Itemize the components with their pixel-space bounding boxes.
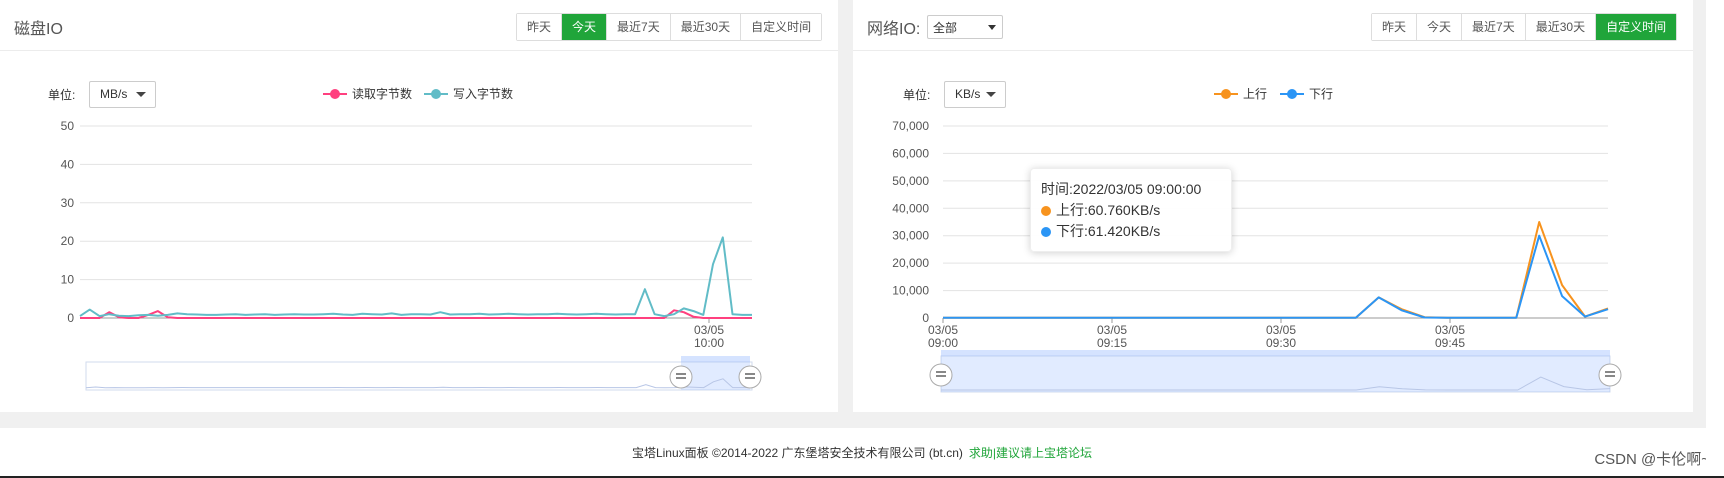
chart1-zoom-handle-grip bbox=[1605, 371, 1615, 373]
chart1-zoom-handle-grip bbox=[936, 371, 946, 373]
chart1-xtick-label: 09:30 bbox=[1266, 336, 1296, 350]
legend-read-marker bbox=[330, 89, 340, 99]
chart1-zoom-bar bbox=[941, 350, 1610, 356]
chart0-zoom-handle-grip bbox=[676, 377, 686, 379]
tooltip-down-row: 下行:61.420KB/s bbox=[1041, 221, 1221, 242]
chart0-zoom-handle-grip bbox=[745, 377, 755, 379]
footer: 宝塔Linux面板 ©2014-2022 广东堡塔安全技术有限公司 (bt.cn… bbox=[0, 428, 1724, 478]
chart0-ytick-label: 30 bbox=[61, 196, 75, 210]
footer-forum-link[interactable]: 求助|建议请上宝塔论坛 bbox=[969, 446, 1092, 460]
legend-up-marker bbox=[1221, 89, 1231, 99]
chart0-zoom-preview bbox=[85, 378, 752, 389]
chart1-xtick-label: 09:15 bbox=[1097, 336, 1127, 350]
chart1-zoom-handle-grip bbox=[1605, 375, 1615, 377]
legend-write-marker bbox=[431, 89, 441, 99]
chart0-ytick-label: 0 bbox=[67, 311, 74, 325]
tooltip-up: 上行:60.760KB/s bbox=[1056, 202, 1161, 218]
chart1-xtick-label: 03/05 bbox=[1266, 323, 1296, 337]
chart0-zoom-handle-grip bbox=[745, 373, 755, 375]
disk-legend: 读取字节数 写入字节数 bbox=[323, 86, 513, 101]
chart0-xtick-label: 03/05 bbox=[694, 323, 724, 337]
tooltip-down: 下行:61.420KB/s bbox=[1056, 223, 1161, 239]
chart1-ytick-label: 70,000 bbox=[892, 119, 929, 133]
chart1-xtick-label: 03/05 bbox=[928, 323, 958, 337]
tooltip-up-dot bbox=[1041, 206, 1051, 216]
chart1-ytick-label: 60,000 bbox=[892, 146, 929, 160]
footer-copyright: 宝塔Linux面板 ©2014-2022 广东堡塔安全技术有限公司 (bt.cn… bbox=[631, 446, 963, 460]
legend-down-marker bbox=[1287, 89, 1297, 99]
chart1-ytick-label: 30,000 bbox=[892, 229, 929, 243]
legend-down-label: 下行 bbox=[1309, 87, 1333, 101]
chart0-ytick-label: 20 bbox=[61, 234, 75, 248]
chart1-xtick-label: 09:00 bbox=[928, 336, 958, 350]
footer-text-row: 宝塔Linux面板 ©2014-2022 广东堡塔安全技术有限公司 (bt.cn… bbox=[0, 444, 1724, 461]
chart0-ytick-label: 50 bbox=[61, 119, 75, 133]
chart1-ytick-label: 40,000 bbox=[892, 201, 929, 215]
legend-write-label: 写入字节数 bbox=[453, 86, 513, 101]
page-scrollbar[interactable] bbox=[1706, 0, 1724, 478]
chart0-ytick-label: 10 bbox=[61, 273, 75, 287]
csdn-watermark: CSDN @卡伦啊~ bbox=[1594, 451, 1710, 468]
legend-up-label: 上行 bbox=[1243, 87, 1267, 101]
chart0-zoom-bar bbox=[681, 356, 750, 362]
chart1-xtick-label: 03/05 bbox=[1435, 323, 1465, 337]
chart0-ytick-label: 40 bbox=[61, 157, 75, 171]
chart1-ytick-label: 50,000 bbox=[892, 174, 929, 188]
legend-read-label: 读取字节数 bbox=[352, 86, 412, 101]
chart1-ytick-label: 10,000 bbox=[892, 284, 929, 298]
chart0-zoom-track bbox=[85, 361, 753, 391]
net-tooltip: 时间:2022/03/05 09:00:00 上行:60.760KB/s 下行:… bbox=[1030, 168, 1232, 252]
chart0-xtick-label: 10:00 bbox=[694, 336, 724, 350]
chart0-zoom-handle-grip bbox=[676, 373, 686, 375]
chart-plot-layer: 0102030405003/0510:00010,00020,00030,000… bbox=[61, 119, 1622, 393]
net-legend: 上行 下行 bbox=[1214, 87, 1333, 101]
chart1-xtick-label: 03/05 bbox=[1097, 323, 1127, 337]
chart1-zoom-handle-grip bbox=[936, 375, 946, 377]
chart1-ytick-label: 20,000 bbox=[892, 256, 929, 270]
tooltip-down-dot bbox=[1041, 227, 1051, 237]
io-charts: 读取字节数 写入字节数 上行 下行 0102030405003/0510:000… bbox=[61, 86, 1622, 393]
chart0-series-1 bbox=[79, 236, 752, 318]
tooltip-up-row: 上行:60.760KB/s bbox=[1041, 200, 1221, 221]
tooltip-time: 时间:2022/03/05 09:00:00 bbox=[1041, 181, 1202, 197]
chart1-xtick-label: 09:45 bbox=[1435, 336, 1465, 350]
chart1-zoom-selection bbox=[941, 356, 1610, 392]
